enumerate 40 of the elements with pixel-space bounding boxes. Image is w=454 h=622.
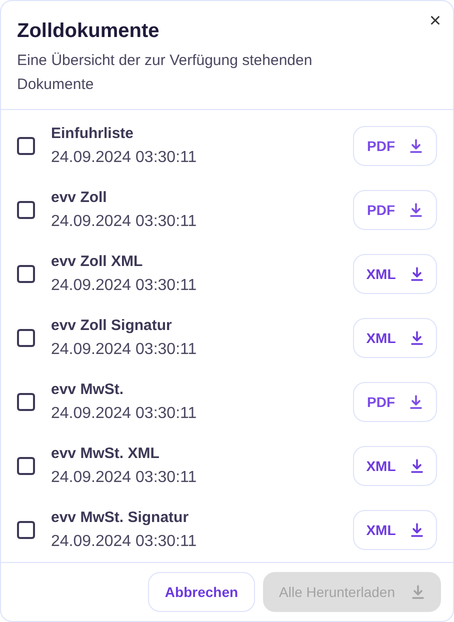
download-button[interactable]: PDF xyxy=(353,382,437,422)
dialog-description: Eine Übersicht der zur Verfügung stehenden Dokumente xyxy=(17,51,314,95)
document-name: evv MwSt. XML xyxy=(51,444,160,464)
download-icon xyxy=(410,458,424,474)
document-date: 24.09.2024 03:30:11 xyxy=(51,148,198,168)
download-icon xyxy=(410,266,424,282)
document-date: 24.09.2024 03:30:11 xyxy=(51,404,198,424)
document-name: evv Zoll Signatur xyxy=(51,316,173,336)
dialog-title: Zolldokumente xyxy=(17,19,160,44)
download-button[interactable]: XML xyxy=(353,318,437,358)
download-button[interactable]: PDF xyxy=(353,126,437,166)
document-name: evv Zoll xyxy=(51,188,108,208)
download-icon xyxy=(411,584,425,600)
checkbox[interactable] xyxy=(17,265,35,283)
document-date: 24.09.2024 03:30:11 xyxy=(51,468,198,488)
document-name: evv Zoll XML xyxy=(51,252,144,272)
document-date: 24.09.2024 03:30:11 xyxy=(51,212,198,232)
document-name: evv MwSt. Signatur xyxy=(51,508,190,528)
download-icon xyxy=(410,330,424,346)
document-date: 24.09.2024 03:30:11 xyxy=(51,276,198,296)
document-date: 24.09.2024 03:30:11 xyxy=(51,340,198,360)
checkbox[interactable] xyxy=(17,457,35,475)
download-button[interactable]: XML xyxy=(353,254,437,294)
checkbox[interactable] xyxy=(17,329,35,347)
checkbox[interactable] xyxy=(17,393,35,411)
download-icon xyxy=(410,522,424,538)
cancel-button[interactable]: Abbrechen xyxy=(148,572,256,612)
document-name: Einfuhrliste xyxy=(51,124,135,144)
document-name: evv MwSt. xyxy=(51,380,125,400)
download-icon xyxy=(409,138,423,154)
download-button[interactable]: XML xyxy=(353,510,437,550)
download-button[interactable]: PDF xyxy=(353,190,437,230)
download-button[interactable]: XML xyxy=(353,446,437,486)
document-date: 24.09.2024 03:30:11 xyxy=(51,532,198,552)
close-button[interactable]: × xyxy=(429,9,441,33)
download-icon xyxy=(409,394,423,410)
checkbox[interactable] xyxy=(17,201,35,219)
download-icon xyxy=(409,202,423,218)
checkbox[interactable] xyxy=(17,521,35,539)
checkbox[interactable] xyxy=(17,137,35,155)
